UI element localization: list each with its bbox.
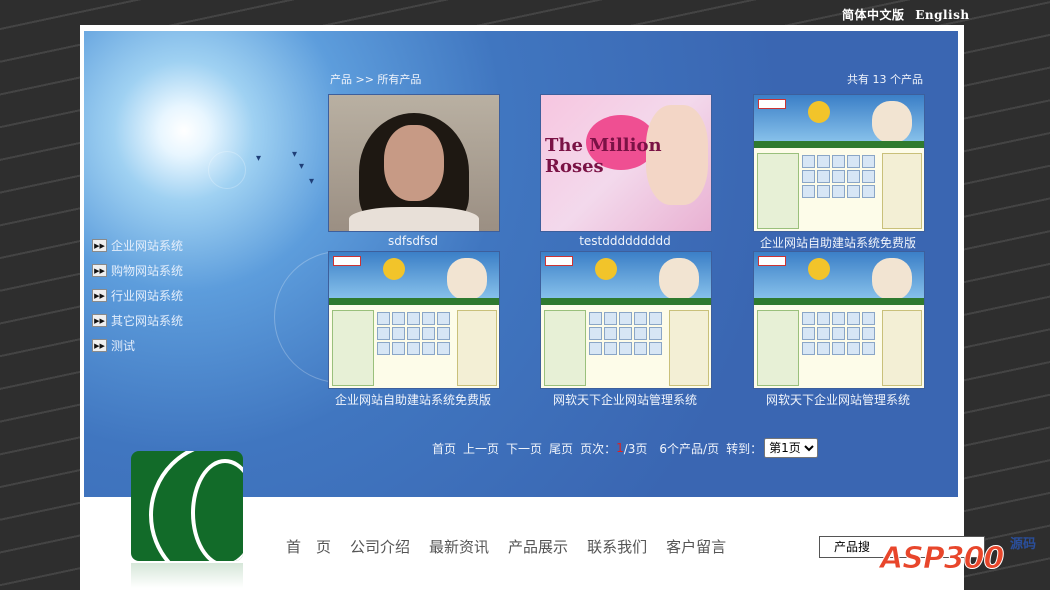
page-container: ▾ ▾ ▾ ▾ ▶▶ 企业网站系统 ▶▶ 购物网站系统 ▶▶ 行业网站系统 ▶▶… [80,25,985,590]
nav-news[interactable]: 最新资讯 [429,536,489,557]
product-count: 共有 13 个产品 [847,73,923,86]
hero-banner: ▾ ▾ ▾ ▾ ▶▶ 企业网站系统 ▶▶ 购物网站系统 ▶▶ 行业网站系统 ▶▶… [84,31,958,497]
product-card[interactable]: 企业网站自助建站系统免费版 [328,251,500,408]
bird-icon: ▾ [309,176,315,187]
goto-label: 转到： [726,441,763,456]
next-page-link[interactable]: 下一页 [506,440,542,457]
sidebar-item-other[interactable]: ▶▶ 其它网站系统 [92,308,183,333]
product-card[interactable]: 企业网站自助建站系统免费版 [753,94,925,251]
nav-about[interactable]: 公司介绍 [350,536,410,557]
product-thumbnail[interactable] [328,251,500,389]
double-arrow-icon: ▶▶ [92,314,107,327]
logo-reflection [131,563,243,588]
product-card[interactable]: sdfsdfsd [328,94,500,248]
sidebar-item-label: 测试 [111,339,136,353]
nav-products[interactable]: 产品展示 [508,536,568,557]
product-card[interactable]: 网软天下企业网站管理系统 [540,251,712,408]
nav-home[interactable]: 首 页 [286,536,331,557]
language-switcher: 简体中文版 English [842,6,976,23]
main-navigation: 首 页 公司介绍 最新资讯 产品展示 联系我们 客户留言 [286,536,745,557]
asp300-logo-text: ASP300 [879,541,1004,577]
first-page-link[interactable]: 首页 [432,440,456,457]
product-card[interactable]: The Million Roses testddddddddd [540,94,712,248]
double-arrow-icon: ▶▶ [92,339,107,352]
double-arrow-icon: ▶▶ [92,264,107,277]
nav-contact[interactable]: 联系我们 [587,536,647,557]
prev-page-link[interactable]: 上一页 [463,440,499,457]
category-sidebar: ▶▶ 企业网站系统 ▶▶ 购物网站系统 ▶▶ 行业网站系统 ▶▶ 其它网站系统 … [92,233,183,358]
last-page-link[interactable]: 尾页 [549,440,573,457]
page-prefix: 页次： [580,441,617,456]
product-title[interactable]: 网软天下企业网站管理系统 [540,391,710,408]
sidebar-item-enterprise[interactable]: ▶▶ 企业网站系统 [92,233,183,258]
double-arrow-icon: ▶▶ [92,239,107,252]
lens-flare-ring [208,151,246,189]
bird-icon: ▾ [256,153,262,164]
product-thumbnail[interactable] [328,94,500,232]
total-pages: /3页 [623,441,648,456]
product-thumbnail[interactable] [753,251,925,389]
sidebar-item-label: 行业网站系统 [111,289,184,303]
company-logo [131,451,243,561]
bird-icon: ▾ [299,161,305,172]
product-thumbnail[interactable]: The Million Roses [540,94,712,232]
sidebar-item-label: 购物网站系统 [111,264,184,278]
sidebar-item-test[interactable]: ▶▶ 测试 [92,333,183,358]
double-arrow-icon: ▶▶ [92,289,107,302]
bird-icon: ▾ [292,149,298,160]
product-thumbnail[interactable] [540,251,712,389]
per-page-text: 6个产品/页 [659,441,720,456]
asp300-watermark: ASP300 源码 [879,533,1050,590]
breadcrumb: 产品 >> 所有产品 [330,73,422,86]
product-title[interactable]: 企业网站自助建站系统免费版 [328,391,498,408]
product-title[interactable]: 企业网站自助建站系统免费版 [753,234,923,251]
lang-english-link[interactable]: English [915,8,969,22]
product-title[interactable]: sdfsdfsd [328,234,498,248]
product-card[interactable]: 网软天下企业网站管理系统 [753,251,925,408]
lang-chinese-link[interactable]: 简体中文版 [842,8,905,22]
nav-guestbook[interactable]: 客户留言 [666,536,726,557]
pagination: 首页 上一页 下一页 尾页 页次： 1 /3页 6个产品/页 转到： 第1页 [432,438,819,458]
sidebar-item-label: 企业网站系统 [111,239,184,253]
sidebar-item-shopping[interactable]: ▶▶ 购物网站系统 [92,258,183,283]
sidebar-item-label: 其它网站系统 [111,314,184,328]
product-title[interactable]: 网软天下企业网站管理系统 [753,391,923,408]
current-page: 1 [616,441,624,455]
thumbnail-title: The Million Roses [545,135,662,177]
yuanma-text: 源码 [1010,537,1037,552]
page-select[interactable]: 第1页 [764,438,819,458]
product-thumbnail[interactable] [753,94,925,232]
product-title[interactable]: testddddddddd [540,234,710,248]
sidebar-item-industry[interactable]: ▶▶ 行业网站系统 [92,283,183,308]
